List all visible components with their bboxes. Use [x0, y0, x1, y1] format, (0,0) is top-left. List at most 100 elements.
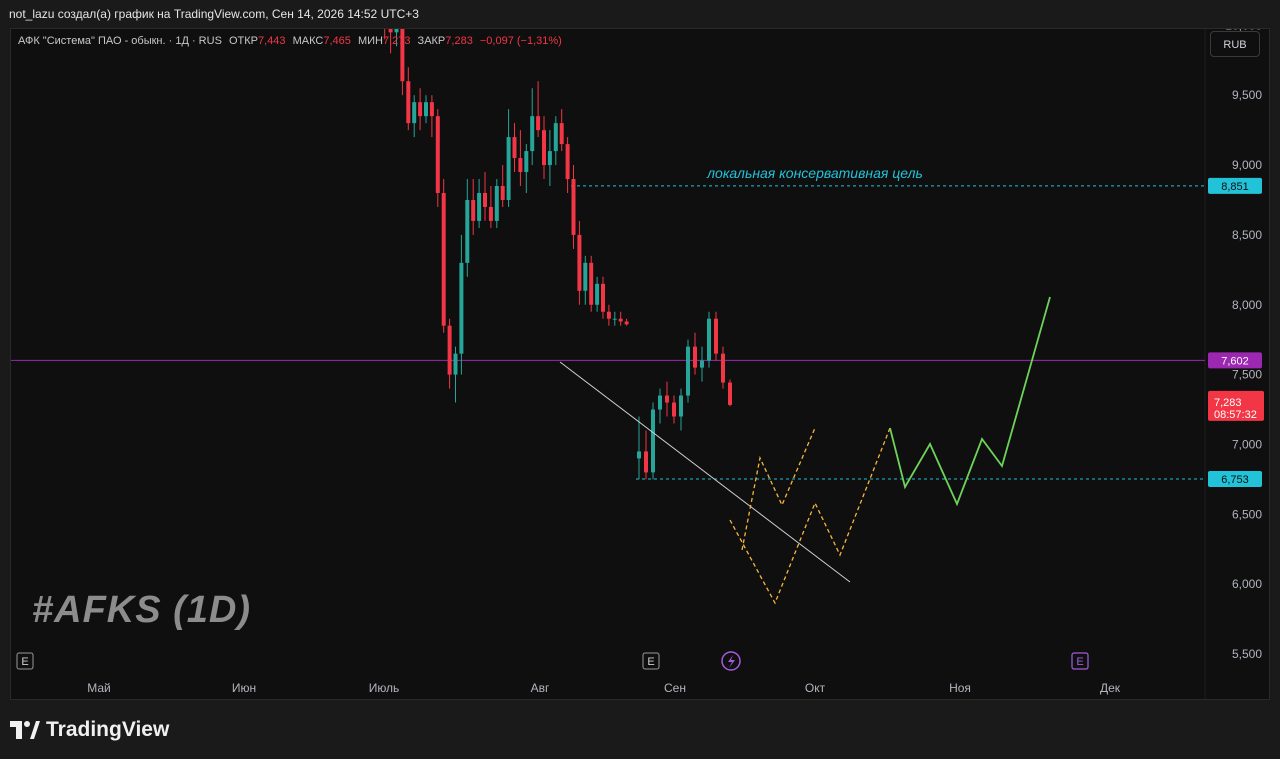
currency-button[interactable]: RUB [1210, 31, 1260, 57]
candle-body[interactable] [714, 318, 718, 354]
candle-body[interactable] [512, 137, 517, 159]
candle-body[interactable] [637, 451, 641, 459]
candle-body[interactable] [728, 382, 732, 405]
x-tick-label: Ноя [949, 681, 971, 695]
y-tick-label: 5,500 [1232, 647, 1262, 661]
candle-body[interactable] [721, 353, 725, 383]
x-tick-label: Июль [369, 681, 400, 695]
dividend-icon-bolt [728, 655, 735, 668]
candle-body[interactable] [686, 346, 690, 396]
candle-body[interactable] [477, 192, 482, 221]
last-price-text: 7,283 [1214, 397, 1242, 409]
candle-body[interactable] [424, 102, 428, 117]
x-tick-label: Май [87, 681, 111, 695]
candle-body[interactable] [406, 81, 411, 124]
candle-body[interactable] [524, 151, 529, 173]
x-tick-label: Окт [805, 681, 826, 695]
earnings-icon-letter: E [647, 656, 654, 668]
tradingview-logo-icon [10, 721, 40, 739]
symbol-name[interactable]: АФК "Система" ПАО - обыкн. · 1Д · RUS [18, 35, 222, 47]
candle-body[interactable] [536, 116, 541, 131]
candle-body[interactable] [693, 346, 697, 368]
candle-body[interactable] [441, 192, 446, 326]
low-value: 7,273 [382, 35, 411, 47]
candle-body[interactable] [707, 318, 711, 361]
chart-panel[interactable]: среднесрочная цельлокальная консервативн… [10, 28, 1270, 700]
candle-body[interactable] [494, 186, 499, 221]
high-label: МАКС [292, 35, 324, 47]
candle-body[interactable] [471, 199, 476, 221]
candle-body[interactable] [459, 262, 464, 354]
change-value: −0,097 (−1,31%) [479, 35, 562, 47]
candle-body[interactable] [559, 123, 564, 145]
open-value: 7,443 [258, 35, 286, 47]
x-tick-label: Авг [531, 681, 550, 695]
candle-body[interactable] [388, 29, 393, 33]
projection-green-path[interactable] [889, 296, 1051, 507]
candle-body[interactable] [435, 116, 440, 193]
candle-body[interactable] [518, 158, 523, 173]
candle-body[interactable] [542, 130, 546, 166]
candle-body[interactable] [700, 360, 704, 368]
candle-body[interactable] [412, 102, 417, 124]
x-tick-label: Июн [232, 681, 256, 695]
candle-body[interactable] [530, 116, 535, 152]
candle-body[interactable] [553, 123, 558, 152]
candle-body[interactable] [394, 29, 399, 33]
target-badge-text: 8,851 [1221, 181, 1249, 193]
y-tick-label: 8,000 [1232, 298, 1262, 312]
candle-body[interactable] [483, 192, 487, 207]
candle-body[interactable] [624, 321, 629, 325]
support-badge-text: 6,753 [1221, 474, 1249, 486]
projection-orange-path-b[interactable] [729, 427, 891, 605]
candle-body[interactable] [547, 151, 552, 166]
y-tick-label: 7,500 [1232, 368, 1262, 382]
candle-body[interactable] [447, 325, 452, 375]
close-value: 7,283 [445, 35, 473, 47]
local-target-label: локальная консервативная цель [706, 165, 923, 181]
high-value: 7,465 [323, 35, 351, 47]
candle-body[interactable] [418, 102, 423, 117]
candle-body[interactable] [672, 402, 676, 417]
y-tick-label: 9,000 [1232, 158, 1262, 172]
y-tick-label: 9,500 [1232, 88, 1262, 102]
ticker-overlay: #AFKS (1D) [32, 589, 252, 631]
candle-body[interactable] [453, 353, 458, 375]
candle-body[interactable] [506, 137, 511, 200]
candle-body[interactable] [571, 179, 576, 235]
candle-body[interactable] [500, 186, 505, 200]
tradingview-logo[interactable]: TradingView [10, 715, 169, 745]
candle-body[interactable] [577, 234, 582, 291]
attribution-text: not_lazu создал(а) график на TradingView… [9, 7, 419, 21]
candle-body[interactable] [583, 262, 588, 291]
candle-body[interactable] [465, 199, 470, 263]
candle-body[interactable] [589, 262, 594, 305]
y-tick-label: 8,500 [1232, 228, 1262, 242]
candle-body[interactable] [488, 206, 493, 221]
earnings-icon-letter: E [21, 656, 28, 668]
candle-body[interactable] [429, 102, 434, 117]
x-tick-label: Сен [664, 681, 686, 695]
tradingview-wordmark: TradingView [46, 718, 170, 741]
close-label: ЗАКР [417, 35, 446, 47]
candle-body[interactable] [612, 318, 617, 320]
candle-body[interactable] [565, 144, 570, 180]
candle-body[interactable] [601, 283, 605, 312]
candle-body[interactable] [679, 395, 683, 417]
purple-level-badge-text: 7,602 [1221, 355, 1249, 367]
candle-body[interactable] [618, 318, 623, 322]
candle-body[interactable] [665, 395, 669, 403]
y-tick-label: 7,000 [1232, 437, 1262, 451]
candle-body[interactable] [651, 409, 655, 473]
open-label: ОТКР [228, 35, 259, 47]
x-tick-label: Дек [1100, 681, 1121, 695]
downtrend-line[interactable] [559, 361, 851, 583]
candle-body[interactable] [595, 283, 600, 305]
countdown-text: 08:57:32 [1214, 409, 1257, 421]
candle-body[interactable] [658, 395, 662, 410]
candle-body[interactable] [606, 311, 611, 319]
y-tick-label: 6,000 [1232, 577, 1262, 591]
attribution-bar: not_lazu создал(а) график на TradingView… [0, 0, 1280, 28]
candle-body[interactable] [644, 451, 648, 473]
y-tick-label: 6,500 [1232, 507, 1262, 521]
